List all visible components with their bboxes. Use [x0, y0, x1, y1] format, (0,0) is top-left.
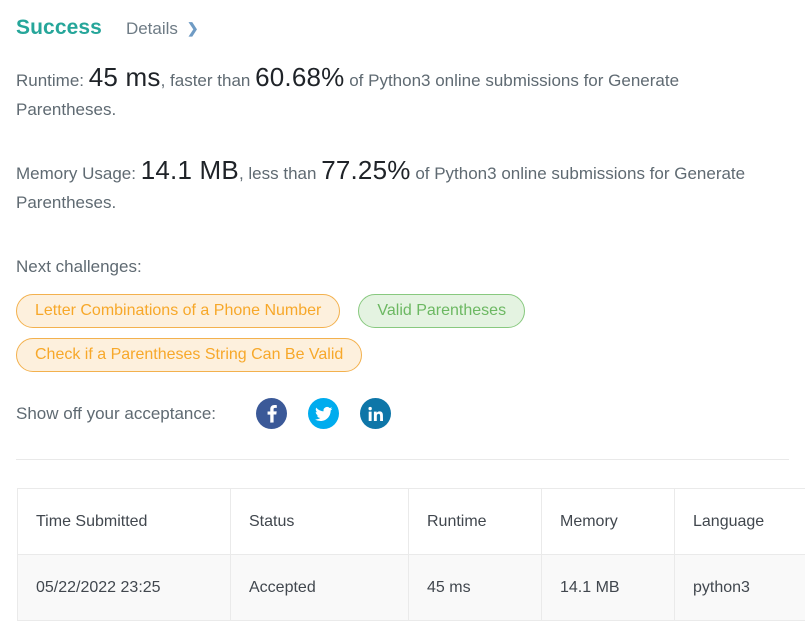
runtime-value: 45 ms	[88, 62, 161, 92]
table-header-row: Time Submitted Status Runtime Memory Languag…	[17, 488, 805, 555]
challenge-row: Check if a Parentheses String Can Be Val…	[16, 338, 789, 372]
challenge-row: Letter Combinations of a Phone Number Val…	[16, 294, 789, 328]
section-divider	[16, 459, 789, 460]
table-header-status: Status	[230, 488, 409, 555]
runtime-middle: , faster than	[160, 71, 251, 90]
result-header: Success Details ❯	[0, 0, 805, 40]
challenge-pill-medium[interactable]: Check if a Parentheses String Can Be Val…	[16, 338, 363, 372]
challenge-pill-easy[interactable]: Valid Parentheses	[358, 294, 526, 328]
table-body: 05/22/2022 23:25 Accepted 45 ms 14.1 MB pyth…	[17, 554, 805, 621]
facebook-icon[interactable]	[256, 398, 288, 429]
table-header-memory: Memory	[541, 488, 675, 555]
runtime-percentile: 60.68%	[255, 62, 345, 92]
share-section: Show off your acceptance:	[0, 398, 805, 429]
twitter-icon[interactable]	[308, 398, 340, 429]
stats-section: Runtime: 45 ms, faster than 60.68% of Py…	[0, 63, 805, 217]
runtime-prefix: Runtime:	[16, 71, 85, 90]
cell-language: python3	[674, 554, 805, 621]
next-challenges-list: Letter Combinations of a Phone Number Val…	[0, 294, 805, 372]
memory-prefix: Memory Usage:	[16, 164, 136, 183]
social-icons	[256, 398, 412, 429]
share-label: Show off your acceptance:	[16, 403, 217, 423]
cell-runtime: 45 ms	[408, 554, 542, 621]
cell-time-submitted: 05/22/2022 23:25	[17, 554, 231, 621]
table-header-time-submitted: Time Submitted	[17, 488, 231, 555]
memory-percentile: 77.25%	[321, 155, 411, 185]
runtime-stat: Runtime: 45 ms, faster than 60.68% of Py…	[16, 63, 775, 124]
challenge-pill-medium[interactable]: Letter Combinations of a Phone Number	[16, 294, 341, 328]
table-row[interactable]: 05/22/2022 23:25 Accepted 45 ms 14.1 MB pyth…	[17, 554, 805, 621]
details-link[interactable]: Details ❯	[126, 19, 199, 39]
table-header-runtime: Runtime	[408, 488, 542, 555]
linkedin-icon[interactable]	[360, 398, 392, 429]
submissions-table-wrap: Time Submitted Status Runtime Memory Languag…	[17, 488, 805, 621]
memory-middle: , less than	[238, 164, 317, 183]
next-challenges-label: Next challenges:	[16, 257, 142, 276]
details-link-label: Details	[125, 19, 178, 38]
cell-memory: 14.1 MB	[541, 554, 675, 621]
table-header-language: Language	[674, 488, 805, 555]
submissions-table: Time Submitted Status Runtime Memory Languag…	[17, 488, 805, 621]
memory-value: 14.1 MB	[140, 155, 239, 185]
cell-status[interactable]: Accepted	[230, 554, 409, 621]
page-title: Success	[16, 16, 102, 39]
table-head: Time Submitted Status Runtime Memory Languag…	[17, 488, 805, 555]
memory-stat: Memory Usage: 14.1 MB, less than 77.25% …	[16, 156, 775, 217]
chevron-right-icon: ❯	[186, 20, 199, 36]
